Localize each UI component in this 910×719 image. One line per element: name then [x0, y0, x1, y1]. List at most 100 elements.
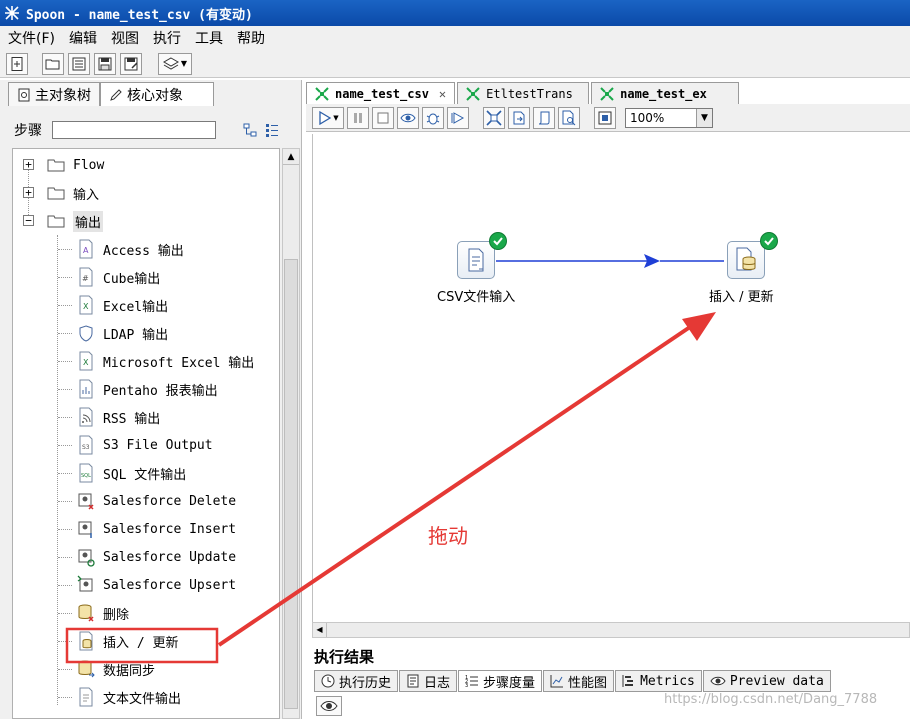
- sql-button[interactable]: [533, 106, 555, 129]
- tree-item-salesforce-update[interactable]: Salesforce Update: [13, 545, 236, 569]
- tree-item-pentaho-report-output[interactable]: Pentaho 报表输出: [13, 377, 218, 401]
- tree-item-ldap-output[interactable]: LDAP 输出: [13, 321, 168, 345]
- menu-edit[interactable]: 编辑: [69, 28, 97, 48]
- s3-file-icon: S3: [79, 435, 93, 455]
- tab-etltesttrans[interactable]: EtltestTrans: [457, 82, 590, 104]
- tree-folder-input[interactable]: + 输入: [13, 181, 99, 205]
- tab-metrics[interactable]: Metrics: [615, 670, 702, 692]
- svg-text:A: A: [83, 246, 89, 255]
- scroll-thumb[interactable]: [284, 259, 298, 709]
- tree-item-excel-output[interactable]: X Excel输出: [13, 293, 168, 317]
- salesforce-delete-icon: [78, 493, 94, 510]
- access-file-icon: A: [79, 239, 93, 259]
- tree-folder-output[interactable]: − 输出: [13, 209, 104, 233]
- eye-icon: [320, 701, 338, 711]
- run-button[interactable]: ▼: [312, 106, 344, 129]
- salesforce-upsert-icon: [77, 575, 93, 592]
- tree-folder-flow[interactable]: + Flow: [13, 153, 104, 177]
- tree-item-text-file-output[interactable]: 文本文件输出: [13, 685, 181, 709]
- tree-item-cube-output[interactable]: # Cube输出: [13, 265, 160, 289]
- tree-item-access-output[interactable]: A Access 输出: [13, 237, 184, 261]
- steps-tree: + Flow + 输入 − 输出 A Access 输出 # Cube输出 X …: [12, 148, 280, 719]
- verify-button[interactable]: [483, 106, 505, 129]
- collapse-tree-icon[interactable]: [264, 122, 280, 138]
- open-file-button[interactable]: [42, 52, 64, 75]
- step-insert-update[interactable]: [727, 241, 765, 279]
- svg-text:#: #: [82, 274, 89, 283]
- left-tabs: 主对象树 核心对象: [8, 82, 214, 106]
- tab-main-tree[interactable]: 主对象树: [8, 82, 100, 106]
- tree-item-label: Microsoft Excel 输出: [103, 355, 255, 371]
- expand-icon[interactable]: +: [23, 159, 34, 170]
- tab-core-objects[interactable]: 核心对象: [100, 82, 214, 106]
- tab-name-test-ex[interactable]: name_test_ex: [591, 82, 740, 104]
- replay-button[interactable]: [447, 106, 469, 129]
- tab-log[interactable]: 日志: [399, 670, 458, 692]
- tree-item-sql-file-output[interactable]: SQL SQL 文件输出: [13, 461, 186, 485]
- scroll-left-icon[interactable]: ◀: [313, 623, 327, 637]
- expand-tree-icon[interactable]: [242, 122, 258, 138]
- grid-toggle-button[interactable]: [594, 106, 616, 129]
- tree-item-label: Pentaho 报表输出: [103, 383, 218, 399]
- editor-tabs: name_test_csv ✕ EtltestTrans name_test_e…: [306, 82, 910, 104]
- tree-item-rss-output[interactable]: RSS 输出: [13, 405, 160, 429]
- tab-step-metrics[interactable]: 123 步骤度量: [458, 670, 543, 692]
- tab-performance-chart[interactable]: 性能图: [543, 670, 615, 692]
- tab-label: Preview data: [729, 673, 824, 689]
- tab-label: 性能图: [568, 675, 608, 691]
- tree-item-salesforce-insert[interactable]: Salesforce Insert: [13, 517, 236, 541]
- excel-file-icon: X: [79, 295, 93, 315]
- tree-item-data-sync[interactable]: 数据同步: [13, 657, 155, 681]
- menu-tools[interactable]: 工具: [195, 28, 223, 48]
- tab-name-test-csv[interactable]: name_test_csv ✕: [306, 82, 456, 104]
- tree-item-salesforce-delete[interactable]: Salesforce Delete: [13, 489, 236, 513]
- log-icon: [407, 674, 419, 688]
- tab-label: name_test_csv: [335, 86, 429, 101]
- explore-button[interactable]: [68, 52, 90, 75]
- new-file-icon: [11, 56, 23, 71]
- expand-icon[interactable]: +: [23, 187, 34, 198]
- tree-item-delete[interactable]: 删除: [13, 601, 129, 625]
- svg-text:X: X: [83, 358, 89, 367]
- tree-item-salesforce-upsert[interactable]: Salesforce Upsert: [13, 573, 236, 597]
- pause-button[interactable]: [347, 106, 369, 129]
- transformation-canvas[interactable]: CSV文件输入 插入 / 更新: [312, 134, 910, 622]
- zoom-select[interactable]: 100% ▼: [625, 107, 713, 128]
- menu-view[interactable]: 视图: [111, 28, 139, 48]
- canvas-horizontal-scrollbar[interactable]: ◀: [312, 622, 910, 638]
- close-tab-icon[interactable]: ✕: [439, 87, 446, 101]
- verify-icon: [486, 109, 502, 126]
- pencil-icon: [110, 88, 122, 101]
- tree-item-ms-excel-output[interactable]: X Microsoft Excel 输出: [13, 349, 254, 373]
- steps-search-input[interactable]: [52, 121, 216, 139]
- ldap-shield-icon: [79, 325, 93, 342]
- perspective-button[interactable]: ▼: [158, 52, 192, 75]
- left-panel: 主对象树 核心对象 步骤 + Flow + 输入 − 输出 A Access 输…: [0, 80, 302, 719]
- chevron-down-icon[interactable]: ▼: [696, 108, 712, 127]
- save-as-button[interactable]: [120, 52, 142, 75]
- impact-button[interactable]: [508, 106, 530, 129]
- menu-file[interactable]: 文件(F): [8, 28, 55, 48]
- scroll-up-icon[interactable]: ▲: [283, 149, 299, 165]
- replay-icon: [451, 111, 465, 124]
- explore-db-button[interactable]: [558, 106, 580, 129]
- tab-execution-history[interactable]: 执行历史: [314, 670, 399, 692]
- gantt-icon: [622, 675, 634, 687]
- toggle-preview-button[interactable]: [316, 696, 342, 716]
- menu-run[interactable]: 执行: [153, 28, 181, 48]
- new-file-button[interactable]: [6, 52, 28, 75]
- tab-main-tree-label: 主对象树: [35, 87, 91, 104]
- preview-button[interactable]: [397, 106, 419, 129]
- menu-help[interactable]: 帮助: [237, 28, 265, 48]
- debug-button[interactable]: [422, 106, 444, 129]
- tree-item-label: Salesforce Upsert: [103, 577, 237, 593]
- tree-scrollbar[interactable]: ▲: [282, 148, 300, 719]
- stop-button[interactable]: [372, 106, 394, 129]
- csv-file-icon: [468, 248, 484, 272]
- save-button[interactable]: [94, 52, 116, 75]
- tree-item-label: RSS 输出: [103, 411, 161, 427]
- tree-item-s3-output[interactable]: S3 S3 File Output: [13, 433, 213, 457]
- tree-item-insert-update[interactable]: 插入 / 更新: [13, 629, 178, 653]
- tab-preview-data[interactable]: Preview data: [702, 670, 831, 692]
- collapse-icon[interactable]: −: [23, 215, 34, 226]
